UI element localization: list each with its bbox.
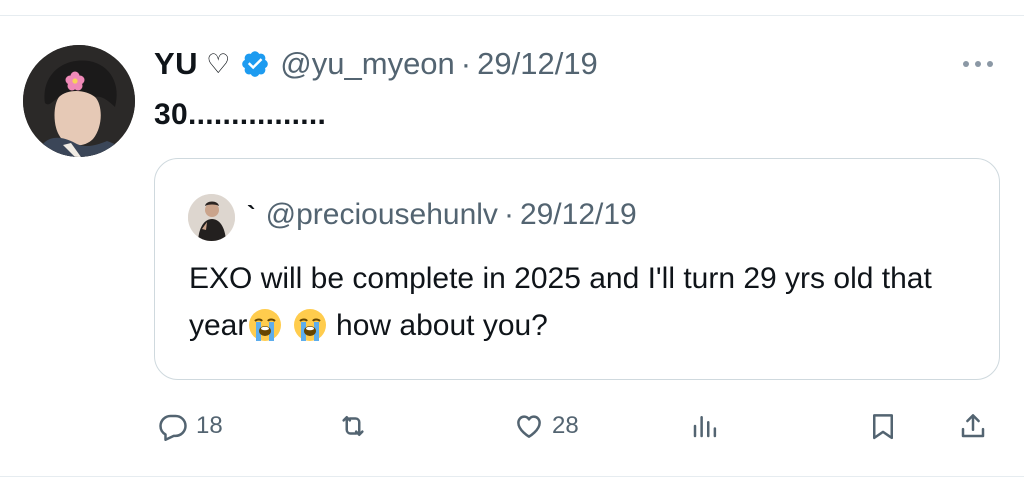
avatar-photo [23, 45, 135, 157]
tweet-text: 30................ [154, 98, 327, 131]
display-name[interactable]: YU [154, 46, 198, 82]
like-count: 28 [552, 412, 579, 439]
like-icon [517, 415, 541, 438]
quoted-avatar-photo [188, 194, 235, 241]
tweet-header: YU ♡ @yu_myeon · 29/12/19 [154, 42, 598, 86]
user-handle[interactable]: @yu_myeon [280, 46, 455, 82]
tweet-card[interactable]: YU ♡ @yu_myeon · 29/12/19 30............… [0, 0, 1024, 489]
bookmark-button[interactable] [868, 400, 898, 452]
reply-icon [159, 414, 187, 441]
name-heart-symbol: ♡ [206, 48, 231, 79]
retweet-button[interactable] [338, 400, 376, 452]
share-icon [961, 414, 985, 438]
quoted-display-name[interactable]: ` [247, 200, 256, 231]
separator-dot: · [460, 46, 472, 81]
quoted-text-part-2: how about you? [327, 309, 548, 342]
retweet-icon [342, 416, 364, 436]
quoted-date[interactable]: 29/12/19 [520, 198, 637, 232]
quoted-separator-dot: · [503, 198, 514, 231]
quoted-tweet[interactable]: ` @preciousehunlv · 29/12/19 EXO will be… [154, 158, 1000, 380]
verified-badge-icon [242, 51, 269, 77]
quoted-avatar[interactable] [188, 194, 235, 241]
tweet-date[interactable]: 29/12/19 [477, 46, 598, 82]
quoted-handle[interactable]: @preciousehunlv [266, 198, 498, 232]
views-button[interactable] [690, 400, 720, 452]
quoted-text: EXO will be complete in 2025 and I'll tu… [189, 255, 989, 349]
top-divider [0, 15, 1024, 16]
quoted-header: ` @preciousehunlv · 29/12/19 [247, 193, 637, 237]
loudly-crying-face-icon [249, 309, 282, 341]
bookmark-icon [873, 414, 893, 440]
share-button[interactable] [958, 400, 988, 452]
avatar[interactable] [23, 45, 135, 157]
bottom-divider [0, 476, 1024, 477]
views-icon [693, 416, 717, 438]
like-button[interactable]: 28 [514, 400, 579, 452]
reply-button[interactable]: 18 [158, 400, 223, 452]
more-options-icon[interactable] [956, 52, 1000, 76]
loudly-crying-face-icon [293, 309, 326, 341]
reply-count: 18 [196, 412, 223, 439]
action-bar: 18 28 [0, 400, 1024, 452]
